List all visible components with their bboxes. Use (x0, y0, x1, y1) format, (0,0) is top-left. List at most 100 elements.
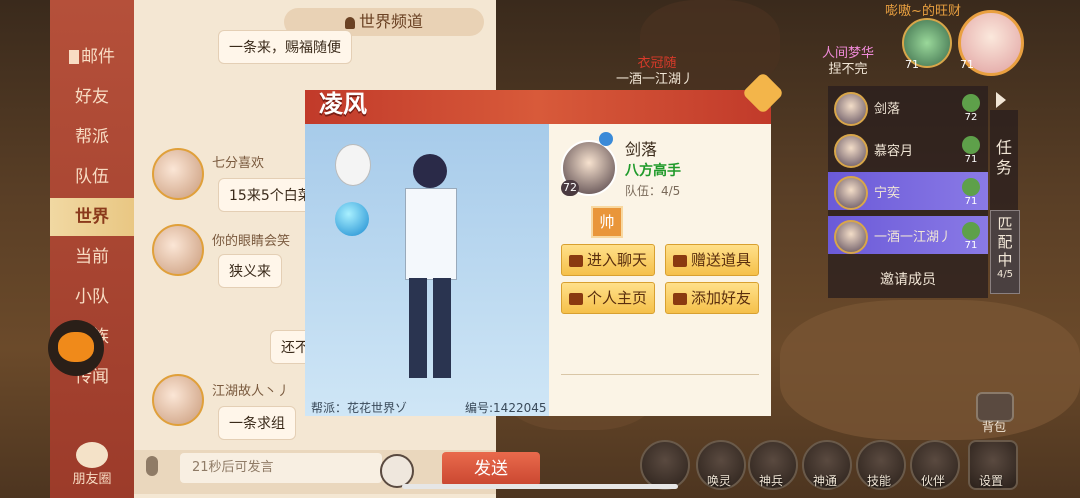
team-member-name: 一酒一江湖丿 (874, 230, 953, 245)
team-member-name: 慕容月 (874, 144, 914, 159)
divine-weapon-label: 神兵 (758, 474, 783, 488)
chat-tab-label: 邮件 (81, 47, 115, 67)
gift-item-label: 赠送道具 (690, 251, 751, 269)
team-member-row[interactable]: 宁奕 71 (828, 172, 988, 210)
team-member-row[interactable]: 剑落 72 (828, 88, 988, 126)
friends-circle-label: 朋友圈 (72, 472, 112, 487)
world-name-tag: 一酒一江湖丿 (615, 72, 694, 87)
profile-name: 剑落 (625, 140, 658, 159)
tab-task[interactable]: 任务 (990, 110, 1018, 220)
pet-figure (335, 144, 371, 186)
homepage-label: 个人主页 (586, 289, 647, 307)
team-member-level: 71 (964, 196, 978, 207)
modal-header (305, 90, 771, 124)
avatar (834, 220, 868, 254)
gift-item-button[interactable]: 赠送道具 (665, 244, 759, 276)
divider (561, 374, 759, 375)
pet-level: 71 (905, 58, 919, 71)
player-level: 71 (960, 58, 974, 71)
home-icon (568, 292, 583, 305)
chat-sender-name: 江湖故人丶丿 (212, 384, 291, 399)
chat-bubble-icon (76, 442, 108, 468)
chat-tab-current[interactable]: 当前 (50, 238, 134, 276)
partner-label: 伙伴 (920, 474, 945, 488)
character-figure (399, 154, 459, 394)
send-button[interactable]: 发送 (442, 452, 540, 486)
add-user-icon (672, 292, 687, 305)
chat-icon (568, 254, 583, 267)
avatar (834, 92, 868, 126)
settings-label: 设置 (978, 474, 1003, 488)
pet-orb (335, 202, 369, 236)
profile-team-count: 队伍：4/5 (625, 184, 681, 198)
chat-tab-world[interactable]: 世界 (50, 198, 134, 236)
level-icon (962, 222, 980, 240)
background-rock (780, 300, 1080, 440)
chevron-right-icon[interactable] (996, 92, 1006, 108)
team-panel: 剑落 72 慕容月 71 宁奕 71 一酒一江湖丿 71 邀请成员 (828, 86, 988, 298)
chat-tab-mail[interactable]: 邮件 (50, 38, 134, 76)
summon-pet-icon[interactable] (640, 440, 690, 490)
summon-spirit-label: 唤灵 (706, 474, 731, 488)
chat-message-bubble: 一条求组 (218, 406, 296, 440)
chat-message-bubble: 狭义来 (218, 254, 282, 288)
world-name-tag: 嘭嗷~的旺财 (885, 4, 961, 19)
bag-label: 背包 (981, 420, 1006, 434)
chat-avatar[interactable] (152, 148, 204, 200)
skill-label: 技能 (866, 474, 891, 488)
team-member-level: 71 (964, 154, 978, 165)
homepage-button[interactable]: 个人主页 (561, 282, 655, 314)
microphone-icon[interactable] (146, 456, 158, 476)
world-name-tag: 捏不完 (828, 62, 868, 77)
chat-tab-friends[interactable]: 好友 (50, 78, 134, 116)
add-friend-button[interactable]: 添加好友 (665, 282, 759, 314)
divine-power-label: 神通 (812, 474, 837, 488)
faction-label: 帮派：花花世界ゾ (311, 401, 408, 415)
chat-message-bubble: 一条来，赐福随便 (218, 30, 352, 64)
invite-member-button[interactable]: 邀请成员 (828, 262, 988, 298)
avatar (834, 134, 868, 168)
match-count: 4/5 (996, 269, 1014, 280)
profile-panel: 72 剑落 八方高手 队伍：4/5 帅 进入聊天 赠送道具 个人主页 添加好友 (549, 124, 771, 416)
team-member-level: 72 (964, 112, 978, 123)
level-icon (962, 178, 980, 196)
sword-icon (599, 132, 613, 146)
chat-avatar[interactable] (152, 374, 204, 426)
person-icon (344, 16, 355, 29)
player-info-modal: 凌风 帮派：花花世界ゾ 编号:1422045 72 剑落 八方高手 队伍：4/5… (305, 71, 785, 416)
tab-matching[interactable]: 匹配中 4/5 (990, 210, 1020, 294)
chat-tab-sidebar: 邮件 好友 帮派 队伍 世界 当前 小队 家族 传闻 朋友圈 (50, 0, 134, 498)
pumpkin-float-button[interactable] (48, 320, 104, 376)
avatar (834, 176, 868, 210)
level-icon (962, 136, 980, 154)
team-member-level: 71 (964, 240, 978, 251)
pumpkin-icon (58, 332, 94, 362)
team-member-name: 剑落 (874, 102, 901, 117)
tab-matching-label: 匹配中 (997, 215, 1013, 269)
tab-task-label: 任务 (996, 138, 1013, 177)
chat-tab-guild[interactable]: 帮派 (50, 118, 134, 156)
chat-sender-name: 你的眼睛会笑 (212, 234, 291, 249)
mail-icon (69, 50, 79, 64)
enter-chat-button[interactable]: 进入聊天 (561, 244, 655, 276)
friends-circle-button[interactable]: 朋友圈 (72, 442, 112, 487)
honor-badge: 帅 (591, 206, 623, 238)
home-indicator[interactable] (402, 484, 678, 489)
character-preview: 帮派：花花世界ゾ 编号:1422045 (305, 124, 549, 416)
chat-avatar[interactable] (152, 224, 204, 276)
team-member-row[interactable]: 慕容月 71 (828, 130, 988, 168)
chat-sender-name: 七分喜欢 (212, 156, 265, 171)
player-id-label: 编号:1422045 (465, 401, 547, 415)
team-member-name: 宁奕 (874, 186, 901, 201)
add-friend-label: 添加好友 (690, 289, 751, 307)
modal-title: 凌风 (319, 89, 367, 118)
enter-chat-label: 进入聊天 (586, 251, 647, 269)
team-member-row[interactable]: 一酒一江湖丿 71 (828, 216, 988, 254)
chat-tab-squad[interactable]: 小队 (50, 278, 134, 316)
level-icon (962, 94, 980, 112)
chat-input[interactable]: 21秒后可发言 (180, 453, 382, 483)
chat-tab-team[interactable]: 队伍 (50, 158, 134, 196)
emoji-icon[interactable] (380, 454, 414, 488)
chat-channel-label: 世界频道 (358, 12, 423, 31)
gift-icon (672, 254, 687, 267)
